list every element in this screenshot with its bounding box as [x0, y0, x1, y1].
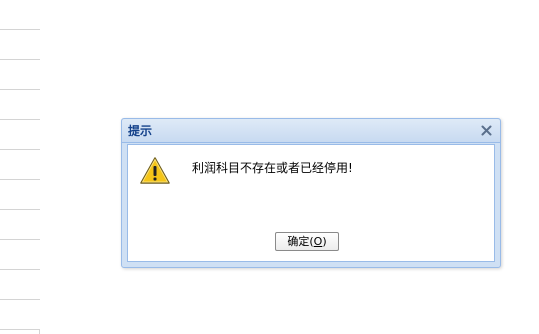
- grid-cell[interactable]: [0, 180, 40, 210]
- dialog-body: 利润科目不存在或者已经停用! 确定(O): [127, 144, 495, 262]
- grid-cell[interactable]: [0, 0, 40, 30]
- close-icon[interactable]: [479, 123, 494, 138]
- warning-icon: [139, 156, 171, 185]
- ok-label-prefix: 确定(: [287, 235, 314, 248]
- dialog-title: 提示: [128, 124, 153, 138]
- ok-label-suffix: ): [322, 235, 327, 248]
- grid-cell[interactable]: [0, 270, 40, 300]
- grid-cell[interactable]: [0, 120, 40, 150]
- grid-cell[interactable]: [0, 30, 40, 60]
- dialog-header[interactable]: 提示: [122, 119, 500, 143]
- spreadsheet-column: [0, 0, 40, 334]
- dialog-message: 利润科目不存在或者已经停用!: [192, 161, 353, 175]
- grid-cell[interactable]: [0, 240, 40, 270]
- grid-cell[interactable]: [0, 300, 40, 330]
- alert-dialog: 提示 利润科目不存在或者已经停用! 确定(O): [121, 118, 501, 268]
- grid-cell[interactable]: [0, 210, 40, 240]
- grid-cell[interactable]: [0, 150, 40, 180]
- ok-button[interactable]: 确定(O): [275, 232, 339, 251]
- app-background: 提示 利润科目不存在或者已经停用! 确定(O): [0, 0, 539, 334]
- grid-cell[interactable]: [0, 60, 40, 90]
- grid-cell[interactable]: [0, 90, 40, 120]
